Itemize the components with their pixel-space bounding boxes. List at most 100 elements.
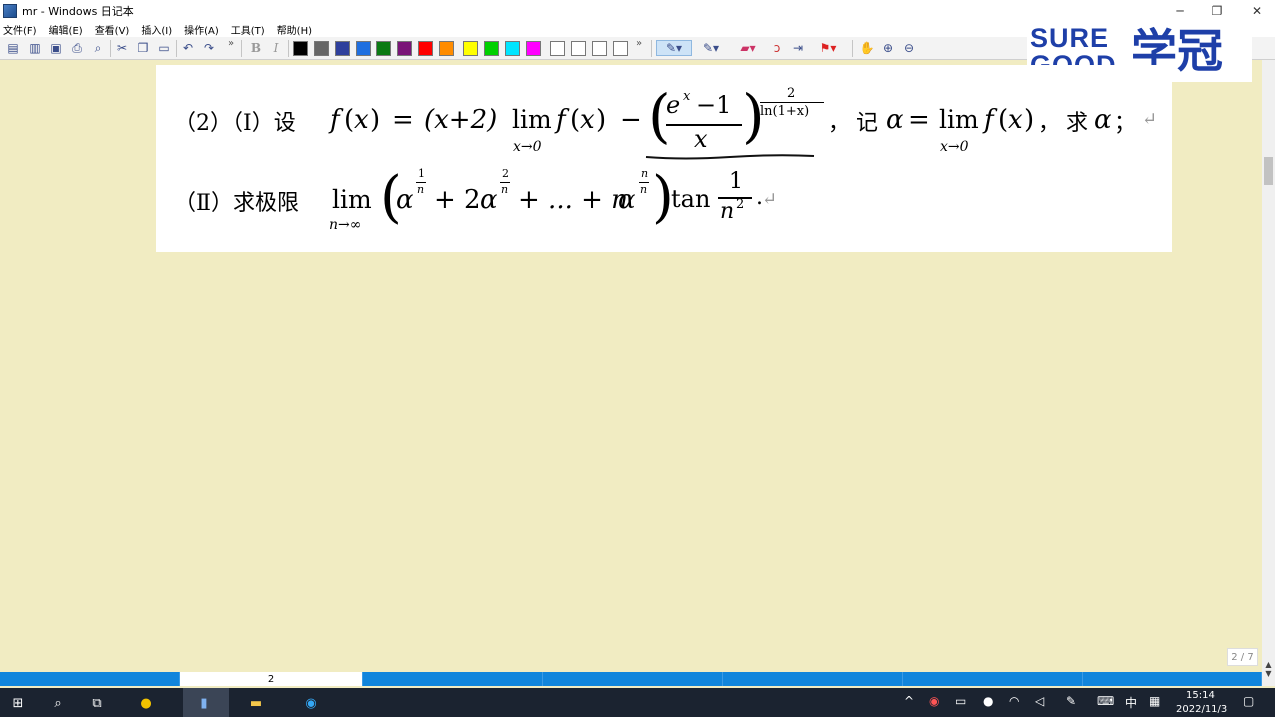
color-swatch-11[interactable]	[505, 41, 520, 56]
input-method-indicator[interactable]: 中	[1125, 694, 1137, 711]
color-swatch-8[interactable]	[439, 41, 454, 56]
qq-icon[interactable]: ●	[137, 694, 155, 712]
document-page[interactable]: （2）（Ⅰ）设 f ( x ) = (x+2) lim x→0 f ( x ) …	[156, 65, 1172, 252]
page-tab-4[interactable]	[543, 672, 723, 686]
ime-mode-icon[interactable]: ▦	[1149, 694, 1160, 708]
file-explorer-icon[interactable]: ▬	[247, 694, 265, 712]
color-swatch-2[interactable]	[314, 41, 329, 56]
notification-icon[interactable]: ▢	[1243, 694, 1254, 708]
keyboard-icon[interactable]: ⌨	[1097, 694, 1114, 708]
fraction-numerator-e: e	[666, 91, 681, 119]
color-swatch-15[interactable]	[592, 41, 607, 56]
color-swatch-9[interactable]	[463, 41, 478, 56]
color-swatch-3[interactable]	[335, 41, 350, 56]
color-swatch-7[interactable]	[418, 41, 433, 56]
volume-icon[interactable]: ◁	[1035, 694, 1044, 708]
color-swatch-14[interactable]	[571, 41, 586, 56]
menu-insert[interactable]: 插入(I)	[141, 22, 172, 37]
eraser-icon[interactable]: ▰▾	[733, 40, 763, 56]
page-tab-5[interactable]	[723, 672, 903, 686]
color-swatch-6[interactable]	[397, 41, 412, 56]
vertical-scrollbar[interactable]	[1262, 60, 1275, 672]
pen-icon[interactable]: ✎	[1066, 694, 1076, 708]
plus-two: + 2	[434, 185, 481, 215]
maximize-button[interactable]: ❐	[1197, 0, 1237, 21]
copy-icon[interactable]: ❐	[135, 40, 151, 56]
browser-icon[interactable]: ◉	[302, 694, 320, 712]
flag-icon[interactable]: ⚑▾	[813, 40, 843, 56]
new-page-icon[interactable]: ▤	[5, 40, 21, 56]
equals-sign-2: =	[908, 105, 930, 135]
record-icon[interactable]: ◉	[929, 694, 939, 708]
menu-tools[interactable]: 工具(T)	[231, 22, 265, 37]
scrollbar-thumb[interactable]	[1264, 157, 1273, 185]
redo-icon[interactable]: ↷	[201, 40, 217, 56]
battery-icon[interactable]: ▭	[955, 694, 966, 708]
alpha-term-2: α	[480, 185, 498, 215]
task-view-icon[interactable]: ⧉	[88, 694, 106, 712]
color-swatch-4[interactable]	[356, 41, 371, 56]
plus-dots-n: + ... + n	[518, 185, 628, 215]
insert-space-icon[interactable]: ⇥	[790, 40, 806, 56]
alpha-symbol-2: α	[1094, 105, 1112, 135]
alpha-term-1: α	[396, 185, 414, 215]
close-button[interactable]: ✕	[1237, 0, 1275, 21]
limit-subscript-2: x→0	[940, 139, 969, 155]
hand-icon[interactable]: ✋	[859, 40, 875, 56]
tab-scroll-arrows[interactable]: ▲ ▼	[1262, 660, 1275, 686]
limit-subscript: x→0	[513, 139, 542, 155]
logo-text-sure: SURE	[1030, 23, 1110, 53]
comma: ，	[828, 111, 851, 136]
menu-action[interactable]: 操作(A)	[184, 22, 219, 37]
paren-close-3: )	[1024, 105, 1035, 135]
page-tab-2[interactable]: 2	[180, 672, 363, 686]
highlighter-icon[interactable]: ✎▾	[697, 40, 725, 56]
windows-start-icon[interactable]: ⊞	[9, 694, 27, 712]
tan-fraction-denominator-exp: 2	[736, 197, 745, 212]
italic-button[interactable]: I	[268, 40, 284, 56]
menu-help[interactable]: 帮助(H)	[277, 22, 312, 37]
print-icon[interactable]: ⎙	[69, 40, 85, 56]
page-tab-bar: 2	[0, 672, 1262, 686]
return-mark-2: ↵	[762, 189, 778, 210]
color-swatch-12[interactable]	[526, 41, 541, 56]
minimize-button[interactable]: ─	[1160, 0, 1200, 21]
search-icon[interactable]: ⌕	[49, 694, 67, 712]
save-icon[interactable]: ▣	[48, 40, 64, 56]
text-ji: 记	[856, 111, 879, 136]
page-tab-1[interactable]	[0, 672, 180, 686]
open-icon[interactable]: ▥	[27, 40, 43, 56]
pen-tool-icon[interactable]: ✎▾	[656, 40, 692, 56]
paste-icon[interactable]: ▭	[156, 40, 172, 56]
page-tab-7[interactable]	[1083, 672, 1262, 686]
more-tools-icon[interactable]: »	[228, 38, 234, 49]
bold-button[interactable]: B	[248, 40, 264, 56]
color-swatch-10[interactable]	[484, 41, 499, 56]
show-hidden-icons-icon[interactable]: ^	[904, 694, 914, 708]
microphone-icon[interactable]: ●	[983, 694, 993, 708]
function-f-3: f	[984, 105, 994, 135]
zoom-in-icon[interactable]: ⊕	[880, 40, 896, 56]
clock-time[interactable]: 15:14	[1186, 690, 1215, 701]
variable-x-3: x	[1008, 105, 1023, 135]
find-icon[interactable]: ⌕	[90, 40, 106, 56]
wifi-icon[interactable]: ◠	[1009, 694, 1019, 708]
cut-icon[interactable]: ✂	[114, 40, 130, 56]
color-swatch-5[interactable]	[376, 41, 391, 56]
title-bar: mr - Windows 日记本 ─ ❐ ✕	[0, 0, 1275, 21]
zoom-out-icon[interactable]: ⊖	[901, 40, 917, 56]
color-swatch-13[interactable]	[550, 41, 565, 56]
more-colors-icon[interactable]: »	[636, 38, 642, 49]
color-swatch-1[interactable]	[293, 41, 308, 56]
journal-app-icon[interactable]: ▮	[195, 694, 213, 712]
menu-file[interactable]: 文件(F)	[3, 22, 37, 37]
page-tab-3[interactable]	[363, 672, 543, 686]
clock-date[interactable]: 2022/11/3	[1176, 704, 1227, 715]
page-tab-6[interactable]	[903, 672, 1083, 686]
menu-view[interactable]: 查看(V)	[95, 22, 130, 37]
undo-icon[interactable]: ↶	[180, 40, 196, 56]
lasso-icon[interactable]: ↄ	[769, 40, 785, 56]
limit-operator: lim	[512, 105, 552, 134]
color-swatch-16[interactable]	[613, 41, 628, 56]
menu-edit[interactable]: 编辑(E)	[49, 22, 83, 37]
